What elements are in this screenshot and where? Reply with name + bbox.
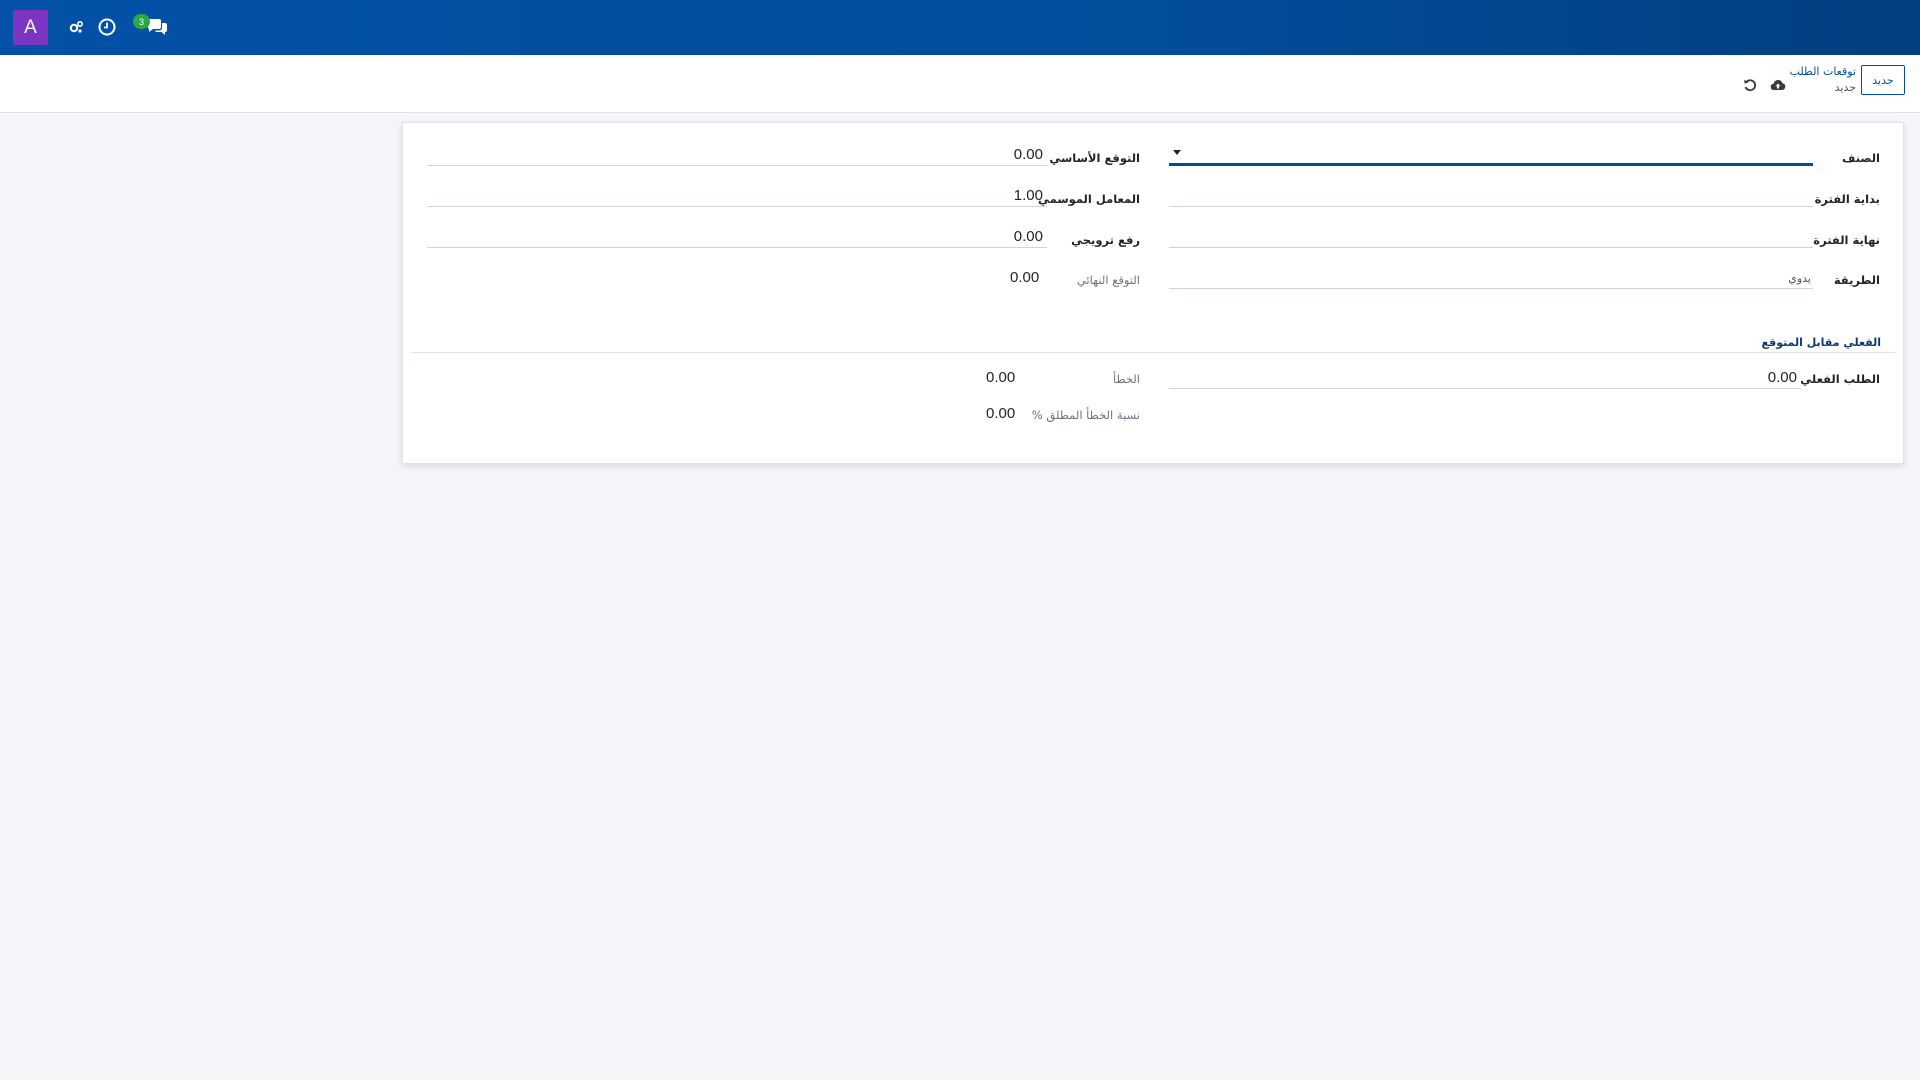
promo-uplift-value: 0.00	[1013, 228, 1043, 245]
settings-icon[interactable]	[65, 16, 87, 38]
seasonal-factor-field[interactable]: 1.00	[427, 185, 1047, 207]
chevron-down-icon[interactable]	[1173, 150, 1181, 155]
seasonal-factor-label: المعامل الموسمي	[1037, 192, 1140, 206]
abs-error-pct-value: 0.00	[986, 405, 1016, 422]
seasonal-factor-value: 1.00	[1013, 187, 1043, 204]
section-divider	[411, 352, 1895, 353]
new-button[interactable]: جديد	[1861, 65, 1905, 95]
section-title-actual-vs-forecast: الفعلي مقابل المتوقع	[1761, 336, 1882, 349]
promo-uplift-field[interactable]: 0.00	[427, 226, 1047, 248]
top-navbar: A 3	[0, 0, 1920, 55]
breadcrumb-parent-link[interactable]: توقعات الطلب	[1790, 64, 1856, 80]
promo-uplift-label: رفع ترويجي	[1071, 233, 1140, 247]
messages-badge: 3	[133, 14, 150, 29]
base-forecast-value: 0.00	[1013, 146, 1043, 163]
clock-icon[interactable]	[96, 16, 118, 38]
period-end-label: نهاية الفترة	[1813, 233, 1880, 247]
user-avatar[interactable]: A	[13, 10, 48, 45]
period-start-label: بداية الفترة	[1814, 192, 1880, 206]
breadcrumb: توقعات الطلب جديد	[1790, 64, 1856, 96]
form-sheet: الصنف بداية الفترة نهاية الفترة الطريقة …	[402, 122, 1904, 464]
discard-icon[interactable]	[1742, 77, 1758, 93]
product-select[interactable]	[1169, 144, 1813, 166]
period-end-field[interactable]	[1169, 226, 1813, 248]
breadcrumb-current: جديد	[1834, 81, 1856, 94]
control-panel: جديد توقعات الطلب جديد	[0, 55, 1920, 113]
save-cloud-icon[interactable]	[1770, 77, 1786, 93]
base-forecast-field[interactable]: 0.00	[427, 144, 1047, 166]
period-start-field[interactable]	[1169, 185, 1813, 207]
base-forecast-label: التوقع الأساسي	[1049, 151, 1140, 165]
product-label: الصنف	[1842, 151, 1880, 165]
